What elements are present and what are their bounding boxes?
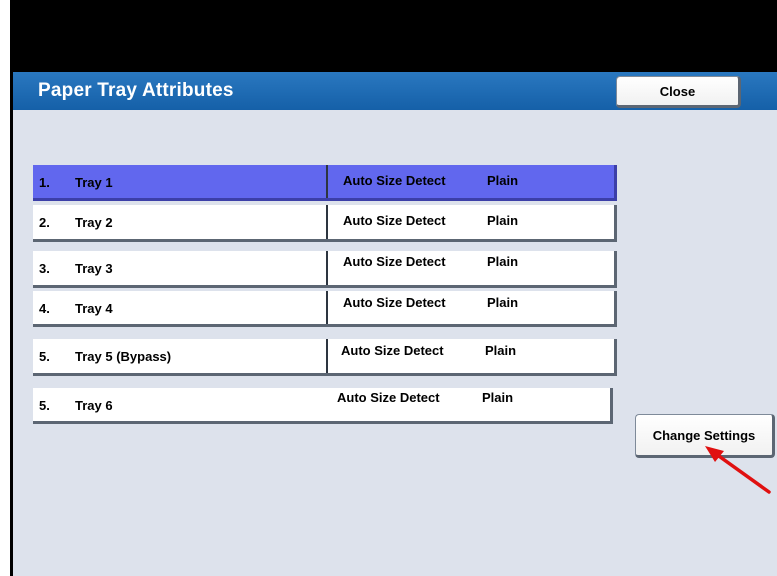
column-divider [326,165,328,198]
tray-type: Plain [482,390,514,405]
tray-size: Auto Size Detect [343,173,446,188]
tray-size: Auto Size Detect [337,390,440,405]
tray-size: Auto Size Detect [341,343,444,358]
tray-number: 2. [39,215,50,230]
tray-size: Auto Size Detect [343,295,446,310]
column-divider [326,291,328,324]
tray-row-4[interactable]: 4. Tray 4 Auto Size Detect Plain [33,291,617,327]
column-divider [326,205,328,239]
tray-size: Auto Size Detect [343,213,446,228]
tray-type: Plain [487,213,519,228]
tray-number: 4. [39,301,50,316]
close-button[interactable]: Close [616,76,741,108]
dialog-title: Paper Tray Attributes [38,80,234,101]
tray-row-2[interactable]: 2. Tray 2 Auto Size Detect Plain [33,205,617,242]
tray-name: Tray 1 [75,175,113,190]
tray-number: 3. [39,261,50,276]
tray-type: Plain [487,254,519,269]
tray-number: 5. [39,349,50,364]
tray-number: 1. [39,175,50,190]
tray-row-3[interactable]: 3. Tray 3 Auto Size Detect Plain [33,251,617,288]
tray-type: Plain [485,343,517,358]
tray-row-1[interactable]: 1. Tray 1 Auto Size Detect Plain [33,165,617,201]
tray-type: Plain [487,173,519,188]
annotation-arrow-icon [705,446,771,494]
tray-name: Tray 4 [75,301,113,316]
column-divider [326,339,328,373]
tray-size: Auto Size Detect [343,254,446,269]
column-divider [326,251,328,285]
tray-row-6[interactable]: 5. Tray 6 Auto Size Detect Plain [33,388,613,424]
tray-name: Tray 3 [75,261,113,276]
tray-type: Plain [487,295,519,310]
tray-name: Tray 5 (Bypass) [75,349,172,364]
tray-row-5-bypass[interactable]: 5. Tray 5 (Bypass) Auto Size Detect Plai… [33,339,617,376]
tray-name: Tray 6 [75,398,113,413]
tray-name: Tray 2 [75,215,113,230]
tray-number: 5. [39,398,50,413]
